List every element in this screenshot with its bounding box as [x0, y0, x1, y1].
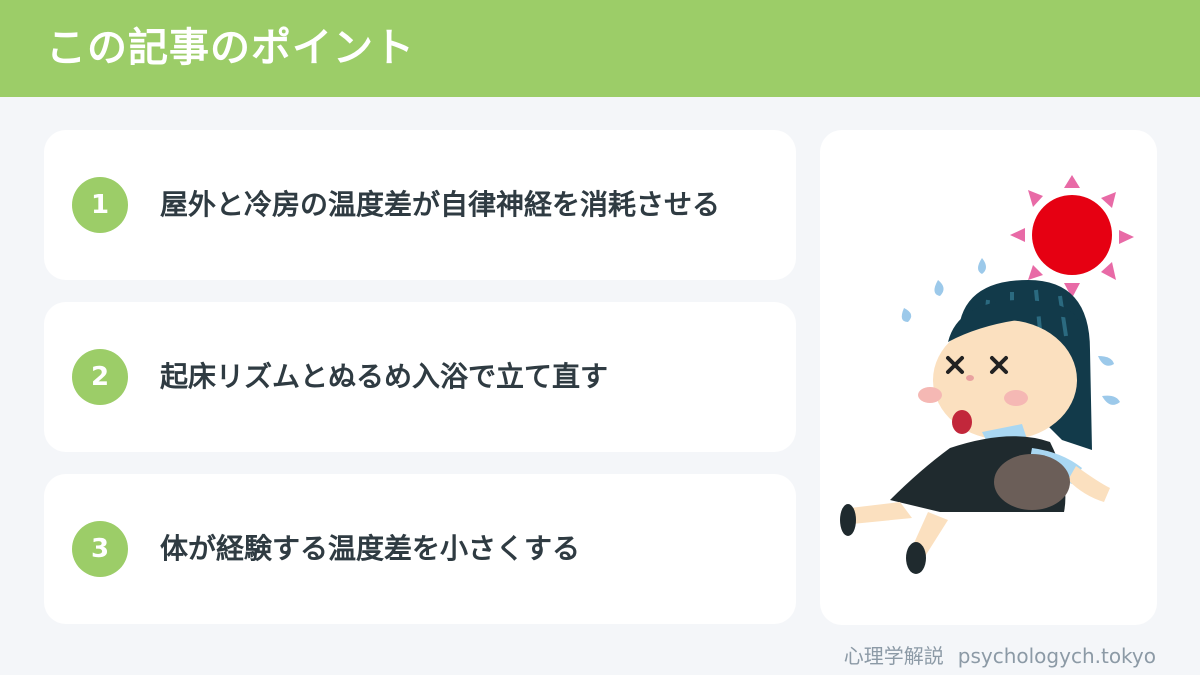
point-number-badge: 3	[72, 521, 128, 577]
site-credit: 心理学解説 psychologych.tokyo	[844, 642, 1156, 670]
point-text: 起床リズムとぬるめ入浴で立て直す	[160, 360, 609, 393]
sun-icon	[1010, 175, 1134, 298]
header-bar: この記事のポイント	[0, 0, 1200, 97]
site-domain: psychologych.tokyo	[957, 644, 1156, 668]
point-card-1: 1 屋外と冷房の温度差が自律神経を消耗させる	[44, 130, 796, 280]
point-number-badge: 1	[72, 177, 128, 233]
heatstroke-illustration	[840, 175, 1134, 574]
point-card-2: 2 起床リズムとぬるめ入浴で立て直す	[44, 302, 796, 452]
point-number-badge: 2	[72, 349, 128, 405]
illustration-card	[820, 130, 1157, 625]
point-text: 体が経験する温度差を小さくする	[160, 532, 581, 565]
site-name: 心理学解説	[843, 644, 944, 668]
page-title: この記事のポイント	[46, 25, 415, 71]
point-text: 屋外と冷房の温度差が自律神経を消耗させる	[160, 188, 721, 221]
point-card-3: 3 体が経験する温度差を小さくする	[44, 474, 796, 624]
